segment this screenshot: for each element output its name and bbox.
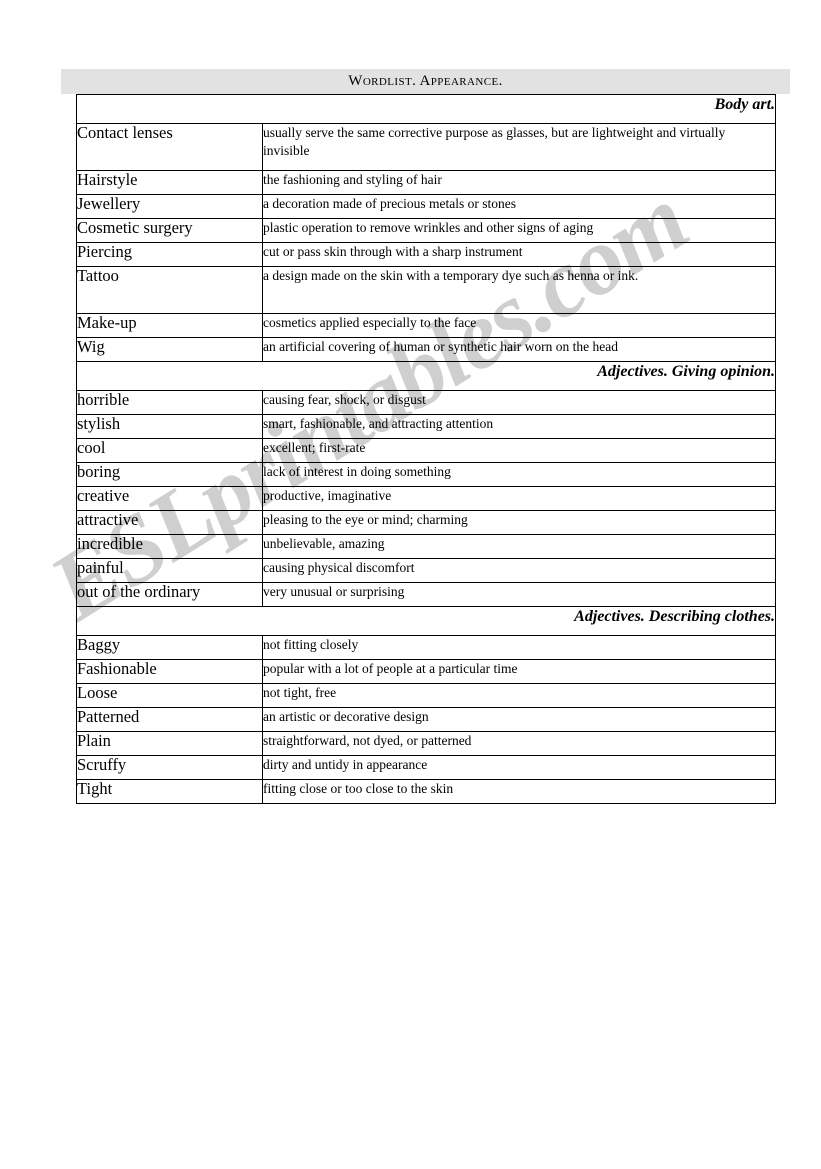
- vocabulary-definition: a design made on the skin with a tempora…: [261, 266, 777, 314]
- vocabulary-definition: straightforward, not dyed, or patterned: [261, 731, 777, 756]
- vocabulary-term: Hairstyle: [76, 170, 263, 195]
- vocabulary-definition: causing physical discomfort: [261, 558, 777, 583]
- vocabulary-term: cool: [76, 438, 263, 463]
- table-row: boring lack of interest in doing somethin…: [76, 462, 777, 487]
- vocabulary-term: Tight: [76, 779, 263, 804]
- section-heading: Adjectives. Describing clothes.: [75, 606, 777, 636]
- table-row: stylish smart, fashionable, and attractin…: [76, 414, 777, 439]
- section-heading: Adjectives. Giving opinion.: [75, 361, 777, 391]
- table-row: Wig an artificial covering of human or sy…: [76, 337, 777, 362]
- vocabulary-definition: dirty and untidy in appearance: [261, 755, 777, 780]
- section-heading: Body art.: [75, 94, 777, 124]
- vocabulary-term: Make-up: [76, 313, 263, 338]
- vocabulary-term: boring: [76, 462, 263, 487]
- vocabulary-definition: not tight, free: [261, 683, 777, 708]
- section-heading-row: Adjectives. Giving opinion.: [75, 361, 777, 391]
- vocabulary-term: Plain: [76, 731, 263, 756]
- table-row: Piercing cut or pass skin through with a …: [76, 242, 777, 267]
- vocabulary-definition: lack of interest in doing something: [261, 462, 777, 487]
- vocabulary-definition: very unusual or surprising: [261, 582, 777, 607]
- vocabulary-term: Cosmetic surgery: [76, 218, 263, 243]
- vocabulary-definition: not fitting closely: [261, 635, 777, 660]
- vocabulary-term: horrible: [76, 390, 263, 415]
- section-heading-row: Adjectives. Describing clothes.: [75, 606, 777, 636]
- table-row: cool excellent; first-rate: [76, 438, 777, 463]
- vocabulary-definition: usually serve the same corrective purpos…: [261, 123, 777, 171]
- section-heading-row: Body art.: [75, 94, 777, 124]
- vocabulary-definition: plastic operation to remove wrinkles and…: [261, 218, 777, 243]
- table-row: attractive pleasing to the eye or mind; c…: [76, 510, 777, 535]
- table-row: Hairstyle the fashioning and styling of h…: [76, 170, 777, 195]
- vocabulary-definition: fitting close or too close to the skin: [261, 779, 777, 804]
- vocabulary-term: creative: [76, 486, 263, 511]
- vocabulary-definition: smart, fashionable, and attracting atten…: [261, 414, 777, 439]
- vocabulary-term: attractive: [76, 510, 263, 535]
- worksheet-title-banner: Wordlist. Appearance.: [61, 69, 790, 94]
- vocabulary-definition: an artificial covering of human or synth…: [261, 337, 777, 362]
- wordlist-table: Body art. Contact lenses usually serve the…: [75, 94, 777, 804]
- vocabulary-term: out of the ordinary: [76, 582, 263, 607]
- vocabulary-definition: popular with a lot of people at a partic…: [261, 659, 777, 684]
- table-row: Tight fitting close or too close to the s…: [76, 779, 777, 804]
- table-row: Loose not tight, free: [76, 683, 777, 708]
- vocabulary-term: painful: [76, 558, 263, 583]
- table-row: incredible unbelievable, amazing: [76, 534, 777, 559]
- vocabulary-definition: an artistic or decorative design: [261, 707, 777, 732]
- table-row: Contact lenses usually serve the same cor…: [76, 123, 777, 171]
- vocabulary-term: Loose: [76, 683, 263, 708]
- table-row: Baggy not fitting closely: [76, 635, 777, 660]
- table-row: out of the ordinary very unusual or surpr…: [76, 582, 777, 607]
- vocabulary-definition: causing fear, shock, or disgust: [261, 390, 777, 415]
- table-row: painful causing physical discomfort: [76, 558, 777, 583]
- wordlist-table-body: Body art. Contact lenses usually serve the…: [75, 94, 777, 804]
- vocabulary-term: Patterned: [76, 707, 263, 732]
- vocabulary-term: Jewellery: [76, 194, 263, 219]
- vocabulary-definition: unbelievable, amazing: [261, 534, 777, 559]
- vocabulary-definition: a decoration made of precious metals or …: [261, 194, 777, 219]
- vocabulary-definition: the fashioning and styling of hair: [261, 170, 777, 195]
- vocabulary-term: Contact lenses: [76, 123, 263, 171]
- vocabulary-term: Wig: [76, 337, 263, 362]
- vocabulary-definition: cosmetics applied especially to the face: [261, 313, 777, 338]
- vocabulary-term: Piercing: [76, 242, 263, 267]
- table-row: Tattoo a design made on the skin with a t…: [76, 266, 777, 314]
- worksheet-page: ESLprintables.com Wordlist. Appearance. …: [0, 0, 821, 1169]
- table-row: horrible causing fear, shock, or disgust: [76, 390, 777, 415]
- vocabulary-term: Scruffy: [76, 755, 263, 780]
- table-row: Jewellery a decoration made of precious m…: [76, 194, 777, 219]
- table-row: Scruffy dirty and untidy in appearance: [76, 755, 777, 780]
- vocabulary-term: Baggy: [76, 635, 263, 660]
- vocabulary-definition: pleasing to the eye or mind; charming: [261, 510, 777, 535]
- vocabulary-term: Fashionable: [76, 659, 263, 684]
- table-row: Plain straightforward, not dyed, or patte…: [76, 731, 777, 756]
- vocabulary-definition: cut or pass skin through with a sharp in…: [261, 242, 777, 267]
- vocabulary-term: incredible: [76, 534, 263, 559]
- vocabulary-term: Tattoo: [76, 266, 263, 314]
- table-row: Make-up cosmetics applied especially to t…: [76, 313, 777, 338]
- table-row: creative productive, imaginative: [76, 486, 777, 511]
- table-row: Patterned an artistic or decorative desig…: [76, 707, 777, 732]
- vocabulary-definition: excellent; first-rate: [261, 438, 777, 463]
- table-row: Cosmetic surgery plastic operation to rem…: [76, 218, 777, 243]
- vocabulary-definition: productive, imaginative: [261, 486, 777, 511]
- table-row: Fashionable popular with a lot of people …: [76, 659, 777, 684]
- vocabulary-term: stylish: [76, 414, 263, 439]
- page-title: Wordlist. Appearance.: [348, 73, 503, 89]
